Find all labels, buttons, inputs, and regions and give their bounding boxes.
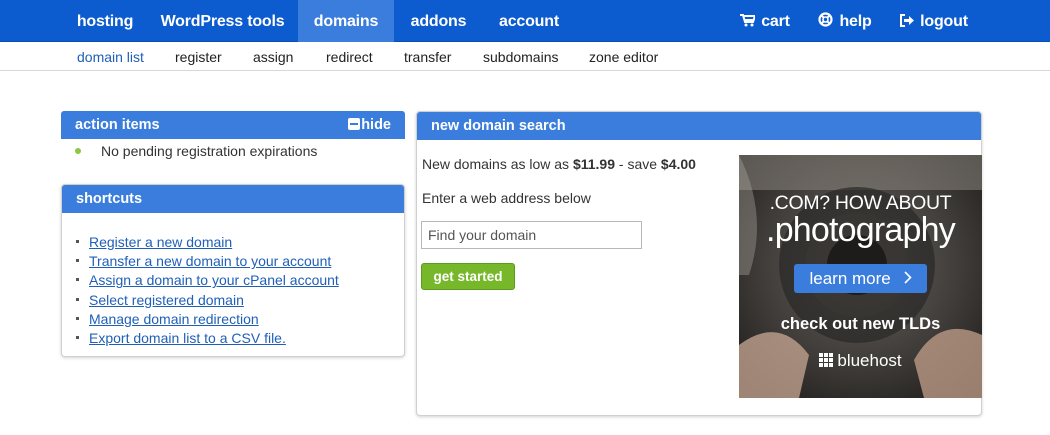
subnav-transfer[interactable]: transfer [404,42,451,71]
help-label: help [839,13,872,30]
domain-search-panel: new domain search New domains as low as … [416,111,982,416]
list-item: Manage domain redirection [76,310,404,329]
subnav-subdomains[interactable]: subdomains [483,42,559,71]
domain-search-header: new domain search [417,112,981,140]
photography-tld-ad[interactable]: .COM? HOW ABOUT .photography learn more … [739,155,982,398]
action-items-panel: action items hide No pending registratio… [61,111,405,171]
promo-middle: - save [618,156,658,172]
hide-label: hide [361,117,391,133]
cart-label: cart [761,13,790,30]
cart-icon [740,1,757,45]
list-item: Export domain list to a CSV file. [76,329,404,348]
ad-learn-more-label: learn more [809,269,891,288]
shortcuts-panel: shortcuts Register a new domain Transfer… [61,184,405,357]
minus-icon [348,118,361,130]
hide-button[interactable]: hide [348,111,391,139]
status-dot-icon [75,148,81,154]
shortcuts-list: Register a new domain Transfer a new dom… [62,213,404,348]
nav-account[interactable]: account [483,0,575,42]
domain-search-title: new domain search [431,118,566,134]
logout-link[interactable]: logout [898,0,970,42]
sub-navigation: domain list register assign redirect tra… [0,42,1050,71]
nav-hosting[interactable]: hosting [63,0,147,42]
shortcut-export-csv-link[interactable]: Export domain list to a CSV file. [89,330,286,346]
nav-domains[interactable]: domains [298,0,394,42]
shortcuts-header: shortcuts [62,185,404,213]
list-item: Register a new domain [76,233,404,252]
shortcut-assign-domain-link[interactable]: Assign a domain to your cPanel account [89,272,339,288]
lifebuoy-icon [818,1,834,45]
domain-search-input[interactable] [421,221,642,249]
ad-learn-more-button[interactable]: learn more [794,264,927,293]
get-started-button[interactable]: get started [421,263,515,290]
list-item: Assign a domain to your cPanel account [76,271,404,290]
promo-savings: $4.00 [660,156,696,172]
action-items-title: action items [75,117,160,133]
grid-logo-icon [819,352,834,372]
promo-price: $11.99 [572,156,616,172]
cart-link[interactable]: cart [735,0,795,42]
subnav-zone-editor[interactable]: zone editor [589,42,658,71]
ad-brand-name: bluehost [837,351,902,370]
subnav-assign[interactable]: assign [253,42,293,71]
help-link[interactable]: help [814,0,876,42]
search-instruction: Enter a web address below [422,190,591,206]
subnav-redirect[interactable]: redirect [326,42,373,71]
list-item: Select registered domain [76,291,404,310]
ad-tld-text: .photography [766,211,956,249]
shortcut-register-domain-link[interactable]: Register a new domain [89,234,232,250]
pending-text: No pending registration expirations [101,143,318,159]
promo-prefix: New domains as low as [422,156,570,172]
shortcut-transfer-domain-link[interactable]: Transfer a new domain to your account [89,253,331,269]
subnav-register[interactable]: register [175,42,222,71]
pending-message: No pending registration expirations [75,143,317,159]
nav-wordpress-tools[interactable]: WordPress tools [147,0,298,42]
shortcut-manage-redirection-link[interactable]: Manage domain redirection [89,311,259,327]
logout-icon [900,1,915,45]
chevron-right-icon [903,264,912,293]
shortcut-select-domain-link[interactable]: Select registered domain [89,292,244,308]
shortcuts-title: shortcuts [76,191,143,207]
logout-label: logout [920,13,968,30]
ad-brand: bluehost [739,351,982,372]
list-item: Transfer a new domain to your account [76,252,404,271]
nav-addons[interactable]: addons [394,0,483,42]
subnav-domain-list[interactable]: domain list [77,42,144,71]
price-promo: New domains as low as $11.99 - save $4.0… [422,156,696,172]
action-items-header: action items hide [61,111,405,139]
top-navigation: hosting WordPress tools domains addons a… [0,0,1050,42]
ad-tagline: check out new TLDs [780,315,941,333]
